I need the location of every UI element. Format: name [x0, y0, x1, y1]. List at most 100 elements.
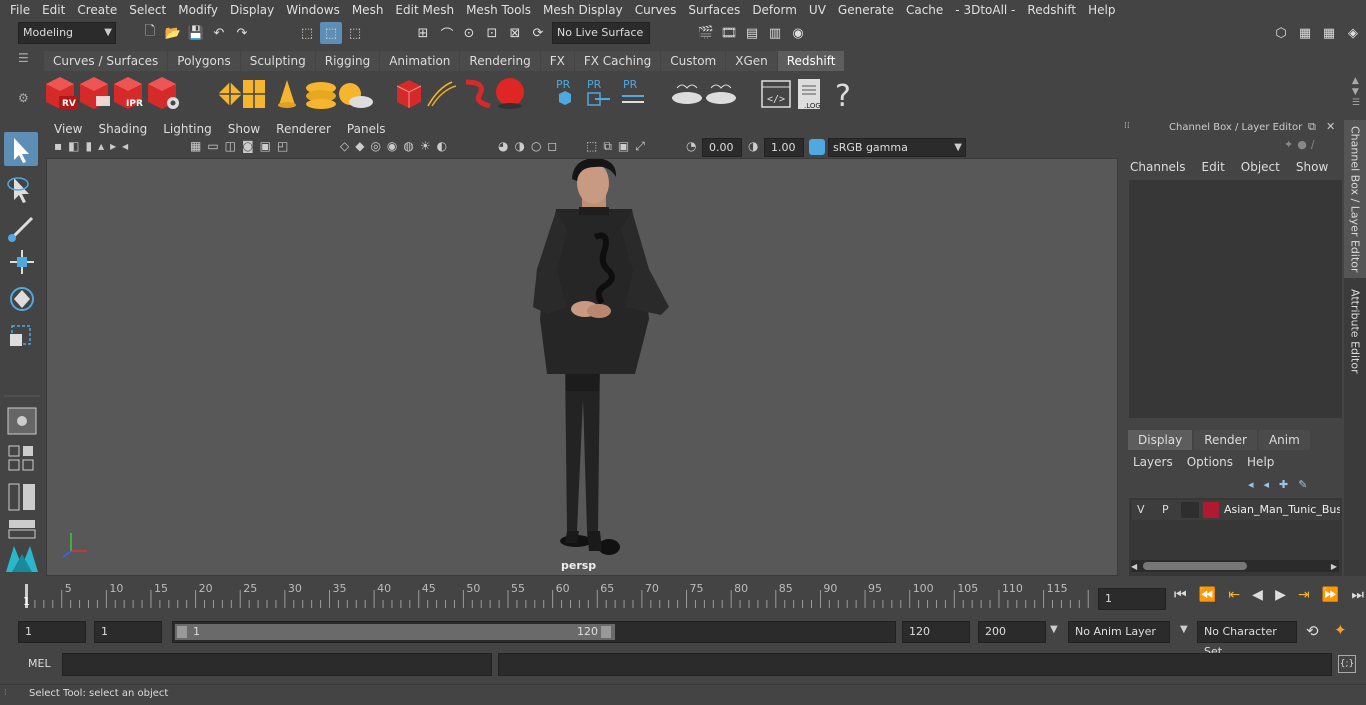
- layer-reference-toggle[interactable]: [1181, 502, 1199, 518]
- panel-menu-lighting[interactable]: Lighting: [155, 122, 220, 136]
- step-back-icon[interactable]: ⏪: [1199, 587, 1216, 609]
- viewport-persp[interactable]: persp: [46, 158, 1118, 576]
- render-sequence-icon[interactable]: ▥: [764, 22, 786, 44]
- mode-selector[interactable]: Modeling ▼: [18, 22, 116, 44]
- menu-deform[interactable]: Deform: [746, 0, 803, 20]
- rs-pr-swap-icon[interactable]: PR: [622, 78, 644, 103]
- single-perspective-layout-icon[interactable]: [7, 407, 37, 435]
- script-language-toggle[interactable]: MEL: [28, 657, 51, 670]
- shelf-tab-fx-caching[interactable]: FX Caching: [574, 51, 661, 71]
- range-slider[interactable]: 1 120: [172, 621, 896, 643]
- rs-pr-export-icon[interactable]: PR: [587, 78, 610, 106]
- menu-file[interactable]: File: [4, 0, 36, 20]
- rs-hair-icon[interactable]: [465, 79, 491, 109]
- float-icon[interactable]: ⧉: [1308, 120, 1316, 134]
- shelf-settings-icon[interactable]: ⚙: [18, 84, 38, 112]
- render-frame-icon[interactable]: 🎞: [718, 22, 740, 44]
- shelf-options[interactable]: ☰ ⚙: [18, 48, 38, 116]
- panel-menu-view[interactable]: View: [46, 122, 90, 136]
- save-scene-icon[interactable]: 💾: [185, 22, 207, 44]
- playback-start-field[interactable]: 1: [94, 621, 162, 643]
- tab-channel-box[interactable]: Channel Box / Layer Editor: [1344, 120, 1366, 278]
- help-icon[interactable]: ?: [835, 79, 851, 114]
- undo-icon[interactable]: ↶: [208, 22, 230, 44]
- rs-render-sequence-icon[interactable]: [80, 77, 110, 109]
- go-to-start-icon[interactable]: ⏮: [1174, 587, 1187, 609]
- range-slider-bar[interactable]: [175, 624, 615, 640]
- channel-menu-edit[interactable]: Edit: [1202, 160, 1225, 174]
- select-hierarchy-icon[interactable]: ⬚: [296, 22, 318, 44]
- paint-select-tool-icon[interactable]: [8, 216, 34, 242]
- shelf-scroll-icon[interactable]: ▲ ▼ ☰: [1352, 76, 1360, 109]
- panel-menu-renderer[interactable]: Renderer: [268, 122, 339, 136]
- auto-key-icon[interactable]: ⟲: [1306, 622, 1319, 640]
- isolate-tools-icons[interactable]: ⬚⧉▣⤢: [586, 139, 686, 157]
- shelf-menu-icon[interactable]: ☰: [18, 48, 38, 68]
- menu-cache[interactable]: Cache: [900, 0, 949, 20]
- menu-edit[interactable]: Edit: [36, 0, 71, 20]
- anim-layer-dropdown[interactable]: No Anim Layer: [1068, 621, 1170, 643]
- menu-display[interactable]: Display: [224, 0, 280, 20]
- menu-windows[interactable]: Windows: [280, 0, 346, 20]
- snap-rotate-icon[interactable]: ⟳: [527, 22, 549, 44]
- menu-select[interactable]: Select: [123, 0, 172, 20]
- shelf-tab-rendering[interactable]: Rendering: [460, 51, 540, 71]
- shelf-tab-curves-surfaces[interactable]: Curves / Surfaces: [44, 51, 168, 71]
- channel-menu-show[interactable]: Show: [1296, 160, 1328, 174]
- rs-spot-light-icon[interactable]: [278, 80, 296, 108]
- rs-mesh-light-icon[interactable]: [396, 80, 422, 108]
- menu-edit-mesh[interactable]: Edit Mesh: [389, 0, 460, 20]
- lasso-tool-icon[interactable]: [7, 177, 29, 203]
- layer-visibility-toggle[interactable]: V: [1137, 503, 1145, 516]
- sidebar-toggle-icon[interactable]: ▦: [1294, 22, 1316, 44]
- rs-bake-icon[interactable]: [672, 84, 702, 104]
- rs-dome-light-icon[interactable]: [306, 82, 336, 109]
- graph-layout-icon[interactable]: [8, 520, 36, 539]
- menu-help[interactable]: Help: [1082, 0, 1121, 20]
- select-object-icon[interactable]: ⬚: [320, 22, 342, 44]
- range-end-handle[interactable]: [601, 626, 611, 638]
- anim-preferences-icon[interactable]: ✦: [1334, 621, 1347, 639]
- panel-menu-panels[interactable]: Panels: [339, 122, 394, 136]
- rs-volume-icon[interactable]: [427, 81, 457, 107]
- channel-menu-object[interactable]: Object: [1241, 160, 1280, 174]
- rs-settings-icon[interactable]: [148, 77, 179, 109]
- step-forward-icon[interactable]: ⏩: [1322, 587, 1339, 609]
- select-tool-icon[interactable]: [4, 132, 38, 166]
- rs-log-icon[interactable]: .LOG: [798, 79, 821, 110]
- shelf-tab-sculpting[interactable]: Sculpting: [240, 51, 315, 71]
- animation-end-field[interactable]: 200: [978, 621, 1046, 643]
- color-space-dropdown[interactable]: sRGB gamma ▼: [828, 138, 966, 157]
- redo-icon[interactable]: ↷: [231, 22, 253, 44]
- layer-menu-options[interactable]: Options: [1187, 455, 1233, 469]
- layer-row[interactable]: V P Asian_Man_Tunic_Busi: [1132, 500, 1340, 520]
- panel-menu-shading[interactable]: Shading: [90, 122, 155, 136]
- menu-generate[interactable]: Generate: [832, 0, 900, 20]
- layer-action-icons[interactable]: ◂◂✚✎: [1248, 478, 1317, 491]
- current-frame-field[interactable]: 1: [1098, 588, 1166, 610]
- shelf-tab-rigging[interactable]: Rigging: [315, 51, 380, 71]
- menu-surfaces[interactable]: Surfaces: [682, 0, 746, 20]
- layer-color-swatch[interactable]: [1203, 502, 1219, 518]
- scale-tool-icon[interactable]: [10, 325, 31, 346]
- rs-shader-ball-icon[interactable]: [496, 78, 524, 109]
- hypershade-icon[interactable]: ◉: [787, 22, 809, 44]
- script-editor-icon[interactable]: {;}: [1338, 655, 1356, 673]
- new-scene-icon[interactable]: 🗋: [139, 22, 161, 44]
- close-icon[interactable]: ✕: [1326, 120, 1335, 133]
- snap-surface-icon[interactable]: ⊠: [504, 22, 526, 44]
- layer-playback-toggle[interactable]: P: [1162, 503, 1169, 516]
- tab-attribute-editor[interactable]: Attribute Editor: [1344, 286, 1366, 376]
- select-component-icon[interactable]: ⬚: [344, 22, 366, 44]
- snap-curve-icon[interactable]: ⌒: [436, 22, 458, 44]
- menu-mesh-display[interactable]: Mesh Display: [537, 0, 629, 20]
- menu-create[interactable]: Create: [71, 0, 123, 20]
- playback-end-field[interactable]: 120: [902, 621, 970, 643]
- exposure-field[interactable]: 0.00: [702, 138, 742, 157]
- layers-toggle-icon[interactable]: ◈: [1342, 22, 1364, 44]
- step-forward-key-icon[interactable]: ⇥: [1298, 587, 1310, 609]
- shading-tools-icons[interactable]: ◇◆◎◉◍☀◐: [340, 139, 500, 157]
- chevron-down-icon[interactable]: ▼: [1180, 624, 1188, 635]
- chevron-down-icon[interactable]: ▼: [1050, 624, 1058, 635]
- layer-tab-render[interactable]: Render: [1194, 430, 1257, 450]
